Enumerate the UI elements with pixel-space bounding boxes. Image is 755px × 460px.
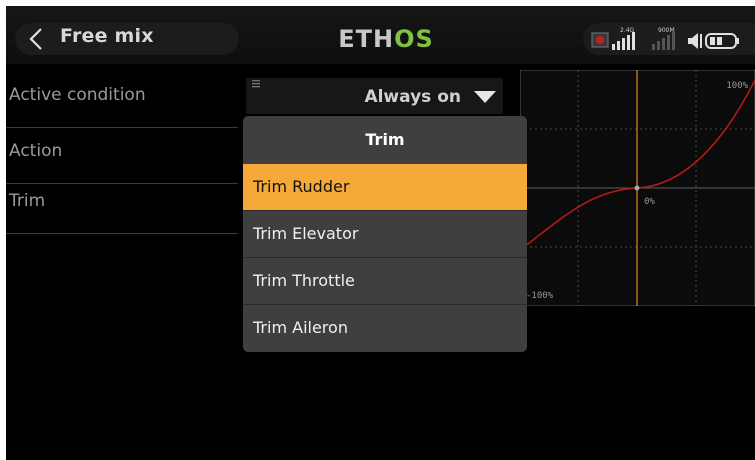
battery-icon <box>705 33 739 49</box>
curve-label-max: 100% <box>726 81 748 91</box>
row-action[interactable]: Action <box>6 128 238 184</box>
record-icon <box>591 32 609 48</box>
option-label: Trim Elevator <box>253 224 359 243</box>
curve-label-min: -100% <box>526 291 554 301</box>
row-active-condition[interactable]: Active condition <box>6 72 238 128</box>
curve-label-center: 0% <box>644 197 655 207</box>
ethos-logo: ETHOS <box>338 26 434 50</box>
svg-text:ETHOS: ETHOS <box>338 26 434 50</box>
trim-select-popup: Trim Trim Rudder Trim Elevator Trim Thro… <box>243 116 527 352</box>
active-condition-value: Always on <box>364 87 461 107</box>
signal-2-4g-icon: 2.4G <box>612 27 635 50</box>
row-label: Trim <box>9 191 46 211</box>
option-label: Trim Aileron <box>253 318 348 337</box>
speaker-icon <box>688 33 702 49</box>
popup-title: Trim <box>365 130 405 149</box>
option-trim-throttle[interactable]: Trim Throttle <box>243 258 527 304</box>
active-condition-select[interactable]: Always on <box>246 78 503 114</box>
menu-icon <box>252 80 260 88</box>
row-label: Active condition <box>9 85 146 105</box>
page-title: Free mix <box>60 25 154 47</box>
option-trim-rudder[interactable]: Trim Rudder <box>243 164 527 210</box>
option-trim-aileron[interactable]: Trim Aileron <box>243 305 527 351</box>
option-trim-elevator[interactable]: Trim Elevator <box>243 211 527 257</box>
option-label: Trim Throttle <box>253 271 355 290</box>
row-divider <box>6 233 238 234</box>
header-bar: Free mix ETHOS 2.4G 900M <box>6 6 755 64</box>
signal-900m-icon: 900M <box>652 27 675 50</box>
row-label: Action <box>9 141 63 161</box>
chevron-left-icon[interactable] <box>27 28 45 50</box>
option-label: Trim Rudder <box>253 177 350 196</box>
radio-screen: Free mix ETHOS 2.4G 900M Active conditio… <box>6 6 755 460</box>
row-trim[interactable]: Trim <box>6 178 238 234</box>
caret-down-icon <box>474 91 496 103</box>
status-icons: 2.4G 900M <box>591 27 739 50</box>
curve-preview: 100% 0% -100% <box>520 70 755 306</box>
